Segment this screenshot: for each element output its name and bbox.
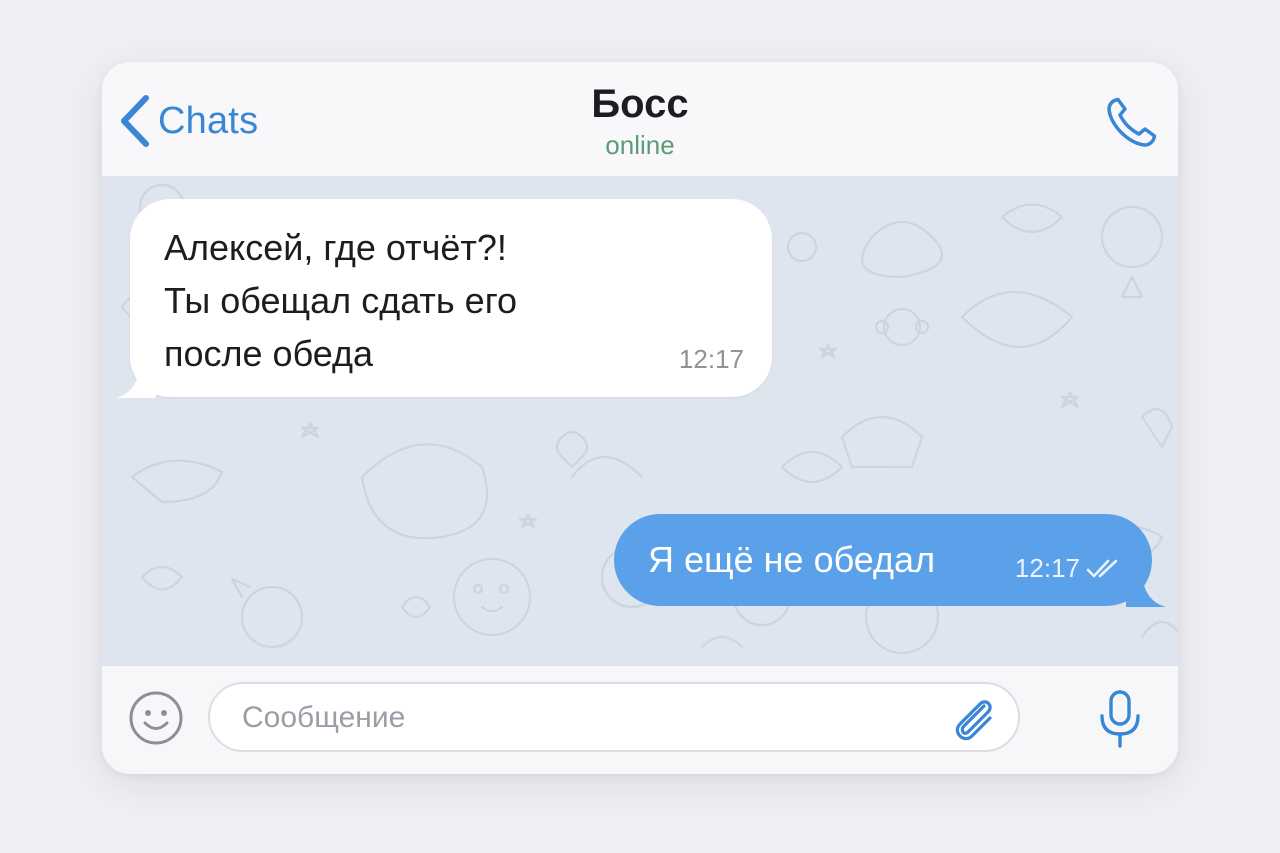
paperclip-icon bbox=[955, 700, 992, 741]
smile-icon bbox=[129, 691, 183, 745]
emoji-button[interactable] bbox=[128, 690, 184, 746]
message-text: Я ещё не обедал bbox=[648, 539, 936, 580]
double-check-icon bbox=[1086, 559, 1118, 577]
message-meta: 12:17 bbox=[1015, 553, 1124, 584]
voice-message-button[interactable] bbox=[1092, 688, 1148, 750]
chat-area[interactable]: Алексей, где отчёт?! Ты обещал сдать его… bbox=[102, 177, 1178, 665]
bubble-tail bbox=[116, 362, 156, 398]
contact-name: Босс bbox=[591, 82, 689, 126]
call-button[interactable] bbox=[1102, 92, 1162, 152]
composer-bar bbox=[102, 665, 1178, 774]
message-input[interactable] bbox=[240, 692, 924, 744]
microphone-icon bbox=[1100, 690, 1140, 748]
message-text-line: Ты обещал сдать его bbox=[164, 280, 518, 321]
attach-button[interactable] bbox=[946, 692, 1000, 746]
incoming-message-bubble[interactable]: Алексей, где отчёт?! Ты обещал сдать его… bbox=[116, 199, 772, 398]
phone-icon bbox=[1107, 97, 1157, 147]
message-text-line: Алексей, где отчёт?! bbox=[164, 227, 507, 268]
contact-status: online bbox=[605, 130, 675, 160]
message-time: 12:17 bbox=[1014, 553, 1080, 583]
message-time: 12:17 bbox=[678, 344, 744, 374]
chat-window: Chats Босс online Алексей, где отчёт?! Т… bbox=[102, 62, 1178, 774]
bubble-tail bbox=[1126, 571, 1166, 607]
outgoing-message-bubble[interactable]: Я ещё не обедал 12:17 bbox=[614, 514, 1166, 607]
message-field[interactable] bbox=[208, 682, 1020, 752]
message-text-line: после обеда bbox=[164, 333, 374, 374]
chat-title-block[interactable]: Босс online bbox=[102, 80, 1178, 160]
chat-header: Chats Босс online bbox=[102, 62, 1178, 177]
